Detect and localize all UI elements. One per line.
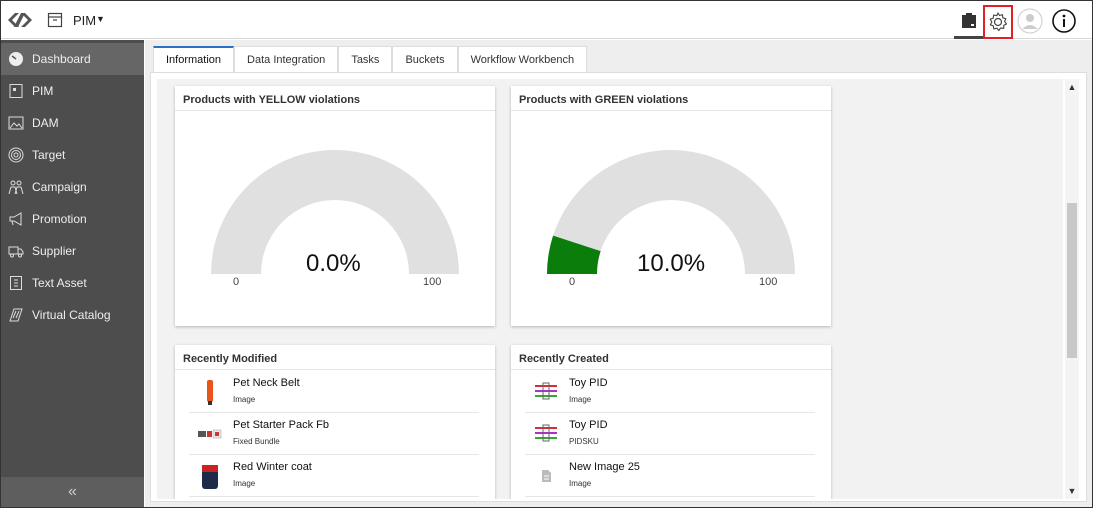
card-title: Recently Modified [183, 353, 278, 365]
sidebar-item-supplier[interactable]: Supplier [1, 235, 144, 267]
card-title: Products with YELLOW violations [183, 94, 361, 106]
card-divider [511, 110, 831, 111]
info-icon [1052, 9, 1076, 33]
item-name: New Image 25 [569, 461, 640, 473]
sidebar-item-label: DAM [32, 116, 59, 130]
double-chevron-left-icon: « [68, 483, 77, 500]
product-thumbnail [207, 380, 213, 405]
reports-button[interactable] [954, 6, 984, 39]
item-type: Image [233, 479, 256, 488]
item-type: Fixed Bundle [233, 437, 280, 446]
sidebar-item-pim[interactable]: PIM [1, 75, 144, 107]
module-switcher-label[interactable]: PIM [73, 13, 96, 28]
sidebar: Dashboard PIM DAM Target Campaign Promot… [1, 40, 144, 507]
sidebar-collapse-button[interactable]: « [1, 477, 144, 507]
sidebar-item-label: Text Asset [32, 276, 87, 290]
tab-tasks[interactable]: Tasks [338, 46, 393, 72]
product-thumbnail [198, 429, 222, 439]
archive-box-icon[interactable] [47, 12, 63, 28]
campaign-icon [7, 178, 25, 196]
chevron-down-icon[interactable]: ▼ [96, 14, 105, 24]
item-type: Image [569, 395, 592, 404]
megaphone-icon [7, 210, 25, 228]
item-name: Toy PID [569, 377, 608, 389]
sidebar-item-label: Target [32, 148, 66, 162]
item-name: Pet Starter Pack Fb [233, 419, 329, 431]
user-button[interactable] [1015, 6, 1045, 36]
virtual-catalog-icon [7, 306, 25, 324]
list-item[interactable]: New Image 25 Image [525, 455, 815, 497]
card-divider [511, 369, 831, 370]
list-item[interactable]: Pet Starter Pack Fb Fixed Bundle [189, 413, 479, 455]
sidebar-item-label: Dashboard [32, 52, 91, 66]
recently-modified-card: Recently Modified Pet Neck Belt Image Pe… [175, 345, 495, 499]
user-avatar-icon [1017, 8, 1043, 34]
product-thumbnail [535, 424, 557, 442]
item-type: Image [233, 395, 256, 404]
list-item[interactable]: Toy PID PIDSKU [525, 413, 815, 455]
dashboard-widgets: Products with YELLOW violations 0.0% 0 1… [157, 79, 1063, 499]
dashboard-gauge-icon [7, 50, 25, 68]
green-violations-card: Products with GREEN violations 10.0% 0 1… [511, 86, 831, 326]
tab-data-integration[interactable]: Data Integration [234, 46, 339, 72]
sidebar-item-label: Promotion [32, 212, 87, 226]
list-item[interactable]: Toy PID Image [525, 371, 815, 413]
tab-bar: Information Data Integration Tasks Bucke… [153, 46, 588, 72]
gauge-max-label: 100 [423, 276, 442, 288]
settings-button[interactable] [983, 5, 1013, 39]
information-panel: Products with YELLOW violations 0.0% 0 1… [150, 72, 1087, 502]
truck-icon [7, 242, 25, 260]
product-thumbnail [202, 465, 218, 489]
item-name: Toy PID [569, 419, 608, 431]
gauge-value: 10.0% [637, 250, 706, 277]
pim-icon [7, 82, 25, 100]
info-button[interactable] [1049, 6, 1079, 36]
gauge-value: 0.0% [306, 250, 361, 277]
item-type: PIDSKU [569, 437, 599, 446]
item-type: Image [569, 479, 592, 488]
sidebar-item-dashboard[interactable]: Dashboard [1, 43, 144, 75]
sidebar-item-promotion[interactable]: Promotion [1, 203, 144, 235]
file-placeholder-icon [542, 470, 551, 482]
sidebar-item-target[interactable]: Target [1, 139, 144, 171]
card-divider [175, 369, 495, 370]
product-thumbnail [535, 382, 557, 400]
top-header: PIM ▼ [1, 1, 1092, 39]
item-name: Pet Neck Belt [233, 377, 300, 389]
card-title: Recently Created [519, 353, 609, 365]
sidebar-item-text-asset[interactable]: Text Asset [1, 267, 144, 299]
text-document-icon [7, 274, 25, 292]
gear-icon [989, 12, 1008, 32]
sidebar-item-label: Supplier [32, 244, 77, 258]
sidebar-item-label: PIM [32, 84, 54, 98]
sidebar-item-label: Campaign [32, 180, 87, 194]
gauge-min-label: 0 [569, 276, 576, 288]
gauge-max-label: 100 [759, 276, 778, 288]
vertical-scrollbar[interactable]: ▲ ▼ [1065, 79, 1079, 499]
logo-icon[interactable] [6, 9, 34, 31]
tab-buckets[interactable]: Buckets [392, 46, 458, 72]
image-icon [7, 114, 25, 132]
list-item[interactable]: Red Winter coat Image [189, 455, 479, 497]
sidebar-item-dam[interactable]: DAM [1, 107, 144, 139]
tab-information[interactable]: Information [153, 46, 235, 72]
gauge-min-label: 0 [233, 276, 240, 288]
sidebar-item-virtual-catalog[interactable]: Virtual Catalog [1, 299, 144, 331]
main-content: Information Data Integration Tasks Bucke… [145, 40, 1092, 507]
scroll-thumb[interactable] [1067, 203, 1077, 358]
sidebar-item-campaign[interactable]: Campaign [1, 171, 144, 203]
card-title: Products with GREEN violations [519, 94, 689, 106]
yellow-violations-card: Products with YELLOW violations 0.0% 0 1… [175, 86, 495, 326]
sidebar-item-label: Virtual Catalog [32, 308, 111, 322]
card-divider [175, 110, 495, 111]
list-item[interactable]: Pet Neck Belt Image [189, 371, 479, 413]
reports-icon [962, 13, 976, 28]
scroll-down-icon[interactable]: ▼ [1065, 485, 1079, 497]
recently-created-card: Recently Created Toy PID Image Toy PID P… [511, 345, 831, 499]
scroll-up-icon[interactable]: ▲ [1065, 81, 1079, 93]
tab-workflow-workbench[interactable]: Workflow Workbench [457, 46, 588, 72]
item-name: Red Winter coat [233, 461, 312, 473]
target-icon [7, 146, 25, 164]
